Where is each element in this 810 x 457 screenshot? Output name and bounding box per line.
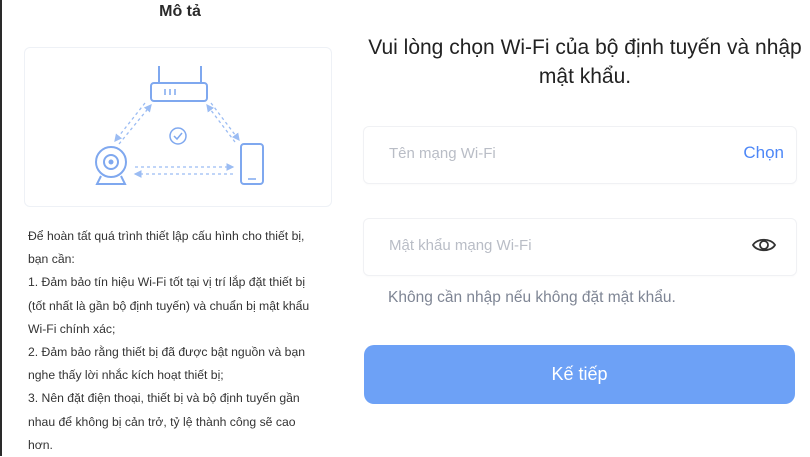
select-wifi-button[interactable]: Chọn [743,143,784,163]
instruction-line: (tốt nhất là gần bộ định tuyến) và chuẩn… [28,298,310,313]
instruction-line: bạn cần: [28,252,75,267]
wifi-name-placeholder: Tên mạng Wi-Fi [389,145,496,162]
next-button[interactable]: Kế tiếp [364,345,795,404]
instruction-line: nghe thấy lời nhắc kích hoạt thiết bị; [28,368,224,383]
camera-icon [95,146,127,185]
panel-title: Mô tả [159,3,201,20]
instruction-line: 1. Đảm bảo tín hiệu Wi-Fi tốt tại vị trí… [28,275,306,290]
wifi-form-panel: Vui lòng chọn Wi-Fi của bộ định tuyến và… [345,0,810,456]
description-panel: Mô tả Để hoàn tất quá trình thiết lập cấ… [0,0,345,456]
instruction-line: 3. Nên đặt điện thoại, thiết bị và bộ đị… [28,391,300,406]
wifi-password-placeholder: Mật khẩu mạng Wi-Fi [389,237,532,254]
wifi-name-field[interactable]: Tên mạng Wi-Fi Chọn [363,126,797,184]
wifi-password-field[interactable]: Mật khẩu mạng Wi-Fi [363,218,797,276]
router-icon [150,66,208,102]
instruction-line: 2. Đảm bảo rằng thiết bị đã được bật ngu… [28,345,306,360]
instruction-line: hơn. [28,437,53,452]
check-icon [169,127,187,145]
setup-illustration [24,47,332,207]
show-password-icon[interactable] [751,236,777,259]
instruction-line: Wi-Fi chính xác; [28,321,116,336]
setup-instructions: Để hoàn tất quá trình thiết lập cấu hình… [28,225,333,457]
page-heading: Vui lòng chọn Wi-Fi của bộ định tuyến và… [368,36,802,88]
network-diagram [95,66,264,185]
phone-icon [240,143,264,185]
instruction-line: nhau để không bị cản trở, tỷ lệ thành cô… [28,414,296,429]
instruction-line: Để hoàn tất quá trình thiết lập cấu hình… [28,229,305,243]
password-hint: Không cần nhập nếu không đặt mật khẩu. [388,289,676,306]
